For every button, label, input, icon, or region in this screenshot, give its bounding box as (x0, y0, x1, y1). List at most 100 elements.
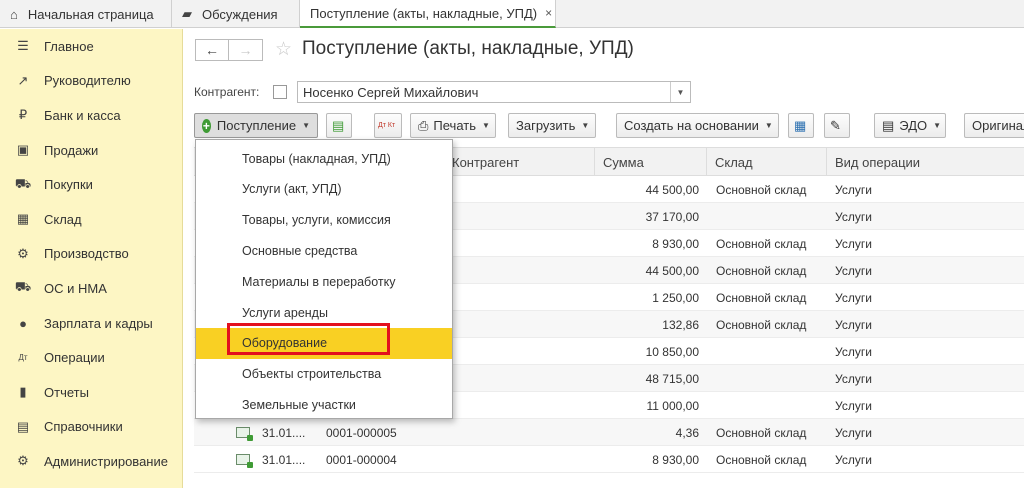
column-counterparty[interactable]: Контрагент (444, 148, 594, 176)
cell-date: 31.01.... (262, 425, 306, 440)
sidebar-item-label: Главное (44, 38, 94, 54)
attach-button[interactable]: ✎ (824, 113, 850, 138)
dt-kt-icon: Дт (18, 353, 28, 363)
column-warehouse[interactable]: Склад (706, 148, 826, 176)
table-row[interactable]: 31.01.... 0001-000005 4,36 Основной склад Ус… (194, 419, 1024, 446)
dropdown-item-0[interactable]: Товары (накладная, УПД) (196, 143, 452, 174)
dropdown-item-4[interactable]: Материалы в переработку (196, 266, 452, 297)
sidebar-item-label: Операции (44, 350, 105, 366)
original-button[interactable]: Оригинал (964, 113, 1024, 138)
dropdown-item-3[interactable]: Основные средства (196, 235, 452, 266)
back-button[interactable]: ← (195, 39, 229, 61)
sidebar-item-5[interactable]: ▦ Склад (0, 202, 182, 237)
tab-discussions-label: Обсуждения (202, 6, 278, 22)
create-based-button[interactable]: Создать на основании ▼ (616, 113, 779, 138)
sidebar-item-7[interactable]: ⛟ ОС и НМА (0, 271, 182, 306)
cell-sum: 132,86 (662, 317, 699, 332)
favorite-star-icon[interactable]: ☆ (275, 38, 292, 61)
cell-sum: 44 500,00 (645, 263, 699, 278)
sidebar-item-12[interactable]: ⚙ Администрирование (0, 444, 182, 479)
person-icon: ● (19, 315, 27, 331)
dt-kt-button[interactable]: Дт Кт (374, 113, 402, 138)
load-label: Загрузить (516, 118, 576, 133)
menu-icon: ☰ (17, 38, 29, 54)
structure-button[interactable]: ▦ (788, 113, 814, 138)
sidebar-item-9[interactable]: Дт Операции (0, 340, 182, 375)
bag-icon: ▣ (16, 142, 30, 158)
cell-sum: 44 500,00 (645, 182, 699, 197)
tab-discussions[interactable]: ▰ Обсуждения (172, 0, 300, 28)
sidebar-item-0[interactable]: ☰ Главное (0, 29, 182, 64)
ruble-icon: ₽ (18, 107, 28, 123)
sidebar-item-1[interactable]: ↗ Руководителю (0, 64, 182, 99)
counterparty-checkbox[interactable] (273, 85, 287, 99)
cell-sum: 10 850,00 (645, 344, 699, 359)
table-row[interactable]: 31.01.... 0001-000004 8 930,00 Основной скл… (194, 446, 1024, 473)
cell-op: Услуги (835, 344, 872, 359)
column-operation[interactable]: Вид операции (826, 148, 1024, 176)
sidebar-item-11[interactable]: ▤ Справочники (0, 410, 182, 445)
sidebar-item-label: Покупки (44, 177, 93, 193)
tab-home[interactable]: ⌂ Начальная страница (0, 0, 172, 28)
sidebar-item-6[interactable]: ⚙ Производство (0, 237, 182, 272)
cell-op: Услуги (835, 398, 872, 413)
cell-sum: 1 250,00 (652, 290, 699, 305)
plus-icon: + (202, 118, 211, 133)
warehouse-icon: ▦ (16, 211, 30, 227)
sidebar-item-2[interactable]: ₽ Банк и касса (0, 98, 182, 133)
dt-kt-icon: Дт Кт (378, 121, 396, 129)
postuplenie-button[interactable]: + Поступление ▼ (194, 113, 318, 138)
cell-op: Услуги (835, 317, 872, 332)
structure-icon: ▦ (794, 117, 807, 133)
cell-sum: 37 170,00 (645, 209, 699, 224)
toolbar: + Поступление ▼ ▤ Дт Кт ⎙ Печать ▼ Загру… (194, 113, 1024, 138)
chevron-down-icon: ▼ (302, 121, 310, 130)
cell-sum: 48 715,00 (645, 371, 699, 386)
tab-postuplenie-label: Поступление (акты, накладные, УПД) (310, 5, 538, 21)
sidebar-item-4[interactable]: ⛟ Покупки (0, 167, 182, 202)
factory-icon: ⚙ (17, 245, 29, 261)
edo-icon: ▤ (882, 117, 895, 133)
dropdown-item-2[interactable]: Товары, услуги, комиссия (196, 205, 452, 236)
sidebar-item-label: Справочники (44, 419, 123, 435)
sidebar-item-10[interactable]: ▮ Отчеты (0, 375, 182, 410)
cell-sum: 8 930,00 (652, 452, 699, 467)
cell-op: Услуги (835, 209, 872, 224)
bar-chart-icon: ▮ (19, 384, 27, 400)
gear-icon: ⚙ (17, 453, 29, 469)
sidebar-item-3[interactable]: ▣ Продажи (0, 133, 182, 168)
cell-sum: 8 930,00 (652, 236, 699, 251)
edo-button[interactable]: ▤ ЭДО ▼ (874, 113, 946, 138)
cell-op: Услуги (835, 236, 872, 251)
tab-bar: ⌂ Начальная страница ▰ Обсуждения Поступ… (0, 0, 1024, 28)
column-sum[interactable]: Сумма (594, 148, 706, 176)
sidebar: ☰ Главное ↗ Руководителю ₽ Банк и касса ▣ Прода… (0, 29, 183, 488)
print-button[interactable]: ⎙ Печать ▼ (410, 113, 496, 138)
dropdown-item-8[interactable]: Земельные участки (196, 389, 452, 420)
printer-icon: ⎙ (418, 117, 429, 133)
document-posted-icon (236, 454, 253, 468)
chevron-down-icon[interactable]: ▼ (670, 82, 690, 102)
cell-warehouse (716, 365, 831, 392)
chevron-down-icon: ▼ (482, 121, 490, 130)
nav-buttons: ← → (195, 39, 263, 61)
cell-warehouse: Основной склад (716, 425, 807, 440)
book-icon: ▤ (16, 418, 30, 434)
cell-warehouse (716, 392, 831, 419)
load-button[interactable]: Загрузить ▼ (508, 113, 596, 138)
forward-button[interactable]: → (229, 39, 263, 61)
dropdown-item-7[interactable]: Объекты строительства (196, 359, 452, 390)
sidebar-item-label: Производство (44, 246, 129, 262)
copy-document-button[interactable]: ▤ (326, 113, 352, 138)
dropdown-item-1[interactable]: Услуги (акт, УПД) (196, 174, 452, 205)
counterparty-field[interactable]: Носенко Сергей Михайлович ▼ (297, 81, 691, 103)
sidebar-item-label: Банк и касса (44, 107, 121, 123)
cell-warehouse: Основной склад (716, 290, 807, 305)
close-icon[interactable]: × (545, 6, 552, 20)
sidebar-item-label: Администрирование (44, 453, 168, 469)
tab-postuplenie[interactable]: Поступление (акты, накладные, УПД) × (300, 0, 556, 28)
cell-op: Услуги (835, 290, 872, 305)
cell-number: 0001-000004 (326, 452, 397, 467)
cell-warehouse: Основной склад (716, 182, 807, 197)
sidebar-item-8[interactable]: ● Зарплата и кадры (0, 306, 182, 341)
